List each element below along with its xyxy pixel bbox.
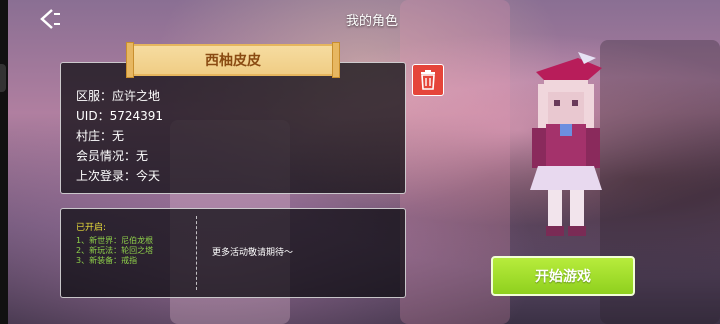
chevron-left-icon — [40, 9, 60, 29]
page-title: 我的角色 — [346, 14, 399, 29]
unlocked-list: 1、新世界：尼伯龙根 2、新玩法：轮回之塔 3、新装备：戒指 — [76, 236, 153, 266]
info-label: 区服： — [76, 89, 113, 103]
delete-character-button[interactable] — [412, 64, 444, 96]
info-value: 无 — [112, 129, 125, 143]
info-value: 今天 — [136, 169, 161, 183]
info-label: UID： — [76, 109, 110, 123]
info-row-village: 村庄： 无 — [76, 126, 163, 146]
character-avatar — [518, 50, 614, 238]
upcoming-events-text: 更多活动敬请期待～ — [212, 248, 294, 258]
info-row-uid: UID： 5724391 — [76, 106, 163, 126]
character-name-banner: 西柚皮皮 — [126, 42, 340, 78]
dashed-divider — [196, 216, 197, 290]
info-row-server: 区服： 应许之地 — [76, 86, 163, 106]
left-edge-bar — [0, 0, 8, 324]
unlocked-title: 已开启: — [76, 223, 107, 233]
character-name: 西柚皮皮 — [205, 53, 261, 69]
info-value: 应许之地 — [112, 89, 161, 103]
info-row-last-login: 上次登录： 今天 — [76, 166, 163, 186]
info-value: 无 — [136, 149, 149, 163]
edge-tab — [0, 64, 6, 92]
info-row-membership: 会员情况： 无 — [76, 146, 163, 166]
back-button[interactable] — [36, 8, 62, 30]
character-info-list: 区服： 应许之地 UID： 5724391 村庄： 无 会员情况： 无 上次登录… — [76, 86, 163, 186]
info-value: 5724391 — [109, 109, 164, 123]
info-label: 会员情况： — [76, 149, 137, 163]
info-label: 村庄： — [76, 129, 113, 143]
start-game-button[interactable]: 开始游戏 — [491, 256, 635, 296]
start-game-label: 开始游戏 — [535, 269, 591, 285]
list-item: 2、新玩法：轮回之塔 — [76, 246, 154, 255]
list-item: 1、新世界：尼伯龙根 — [76, 236, 154, 245]
list-item: 3、新装备：戒指 — [76, 256, 138, 265]
trash-icon — [421, 70, 435, 90]
info-label: 上次登录： — [76, 169, 137, 183]
